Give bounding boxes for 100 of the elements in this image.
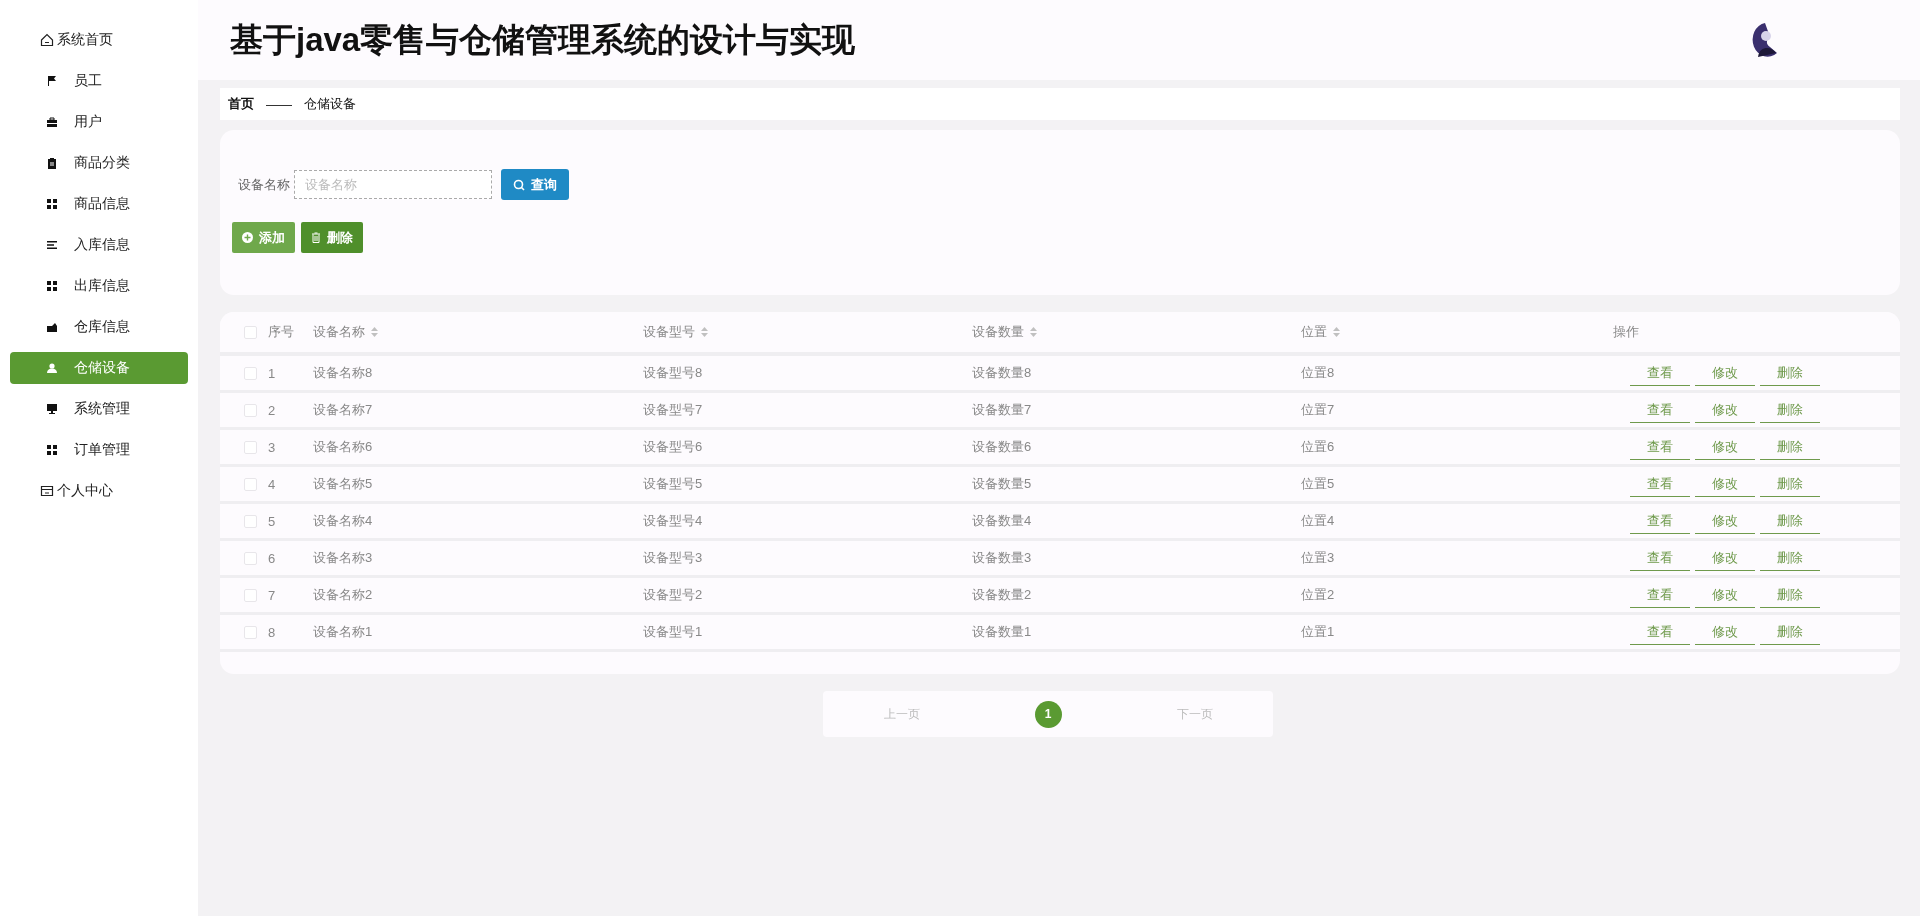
delete-link[interactable]: 删除: [1760, 471, 1820, 497]
view-link[interactable]: 查看: [1630, 582, 1690, 608]
table-cell-text: 设备名称3: [313, 549, 374, 567]
monitor-icon: [46, 403, 58, 415]
edit-link[interactable]: 修改: [1695, 582, 1755, 608]
grid-icon: [46, 444, 58, 456]
edit-link[interactable]: 修改: [1695, 434, 1755, 460]
table-cell-text: 设备型号5: [643, 475, 704, 493]
table-cell-text: 设备数量5: [972, 475, 1033, 493]
view-link[interactable]: 查看: [1630, 397, 1690, 423]
table-cell-text: 设备型号6: [643, 438, 704, 456]
trash-icon: [311, 232, 321, 243]
table-cell-text: 设备名称4: [313, 512, 374, 530]
sort-icon[interactable]: [1030, 327, 1037, 337]
sidebar-item[interactable]: 商品信息: [10, 188, 188, 220]
row-checkbox[interactable]: [244, 403, 257, 417]
sidebar-item[interactable]: 仓库信息: [10, 311, 188, 343]
edit-link[interactable]: 修改: [1695, 471, 1755, 497]
delete-link[interactable]: 删除: [1760, 582, 1820, 608]
column-header[interactable]: 设备名称: [313, 323, 365, 341]
view-link[interactable]: 查看: [1630, 434, 1690, 460]
column-header[interactable]: 设备数量: [972, 323, 1024, 341]
plus-circle-icon: [242, 232, 253, 243]
sidebar-item[interactable]: 员工: [10, 65, 188, 97]
row-checkbox[interactable]: [244, 551, 257, 565]
table-cell-text: 位置1: [1301, 623, 1336, 641]
table-cell-text: 设备数量4: [972, 512, 1033, 530]
table-cell-text: 设备名称7: [313, 401, 374, 419]
sidebar-item[interactable]: 商品分类: [10, 147, 188, 179]
table-cell-text: 8: [268, 624, 277, 640]
breadcrumb-link[interactable]: 首页: [228, 95, 254, 113]
row-checkbox[interactable]: [244, 625, 257, 639]
grid-icon: [46, 198, 58, 210]
column-header[interactable]: 设备型号: [643, 323, 695, 341]
table-cell-text: 设备型号3: [643, 549, 704, 567]
select-all-checkbox[interactable]: [244, 325, 257, 339]
sidebar-item[interactable]: 系统管理: [10, 393, 188, 425]
sidebar-item[interactable]: 订单管理: [10, 434, 188, 466]
user-icon: [46, 362, 58, 374]
delete-link[interactable]: 删除: [1760, 508, 1820, 534]
delete-button[interactable]: 删除: [301, 222, 363, 253]
search-button[interactable]: 查询: [501, 169, 569, 200]
row-checkbox[interactable]: [244, 477, 257, 491]
edit-link[interactable]: 修改: [1695, 545, 1755, 571]
row-checkbox[interactable]: [244, 440, 257, 454]
table-cell-text: 设备名称5: [313, 475, 374, 493]
view-link[interactable]: 查看: [1630, 508, 1690, 534]
add-button[interactable]: 添加: [232, 222, 295, 253]
row-checkbox[interactable]: [244, 514, 257, 528]
table-cell-text: 4: [268, 476, 277, 492]
page-number-button[interactable]: 1: [1034, 700, 1062, 728]
sort-icon[interactable]: [701, 327, 708, 337]
delete-link[interactable]: 删除: [1760, 397, 1820, 423]
view-link[interactable]: 查看: [1630, 471, 1690, 497]
sort-icon[interactable]: [1333, 327, 1340, 337]
sidebar-item[interactable]: 系统首页: [10, 24, 188, 56]
grid-icon: [46, 280, 58, 292]
edit-link[interactable]: 修改: [1695, 619, 1755, 645]
edit-link[interactable]: 修改: [1695, 508, 1755, 534]
view-link[interactable]: 查看: [1630, 360, 1690, 386]
table-cell-text: 设备名称2: [313, 586, 374, 604]
breadcrumb-current: 仓储设备: [304, 95, 356, 113]
table-cell-text: 5: [268, 513, 277, 529]
table-cell-text: 位置5: [1301, 475, 1336, 493]
table-cell-text: 3: [268, 439, 277, 455]
view-link[interactable]: 查看: [1630, 545, 1690, 571]
table-cell-text: 设备名称6: [313, 438, 374, 456]
table-cell-text: 设备数量2: [972, 586, 1033, 604]
edit-link[interactable]: 修改: [1695, 360, 1755, 386]
row-checkbox[interactable]: [244, 366, 257, 380]
table-cell-text: 位置7: [1301, 401, 1336, 419]
sidebar-item[interactable]: 用户: [10, 106, 188, 138]
table-cell-text: 设备名称1: [313, 623, 374, 641]
table-cell-text: 设备型号8: [643, 364, 704, 382]
view-link[interactable]: 查看: [1630, 619, 1690, 645]
table-cell-text: 设备名称8: [313, 364, 374, 382]
column-header[interactable]: 位置: [1301, 323, 1327, 341]
table-cell-text: 7: [268, 587, 277, 603]
page-title: 基于java零售与仓储管理系统的设计与实现: [230, 19, 856, 60]
table-cell-text: 设备型号4: [643, 512, 704, 530]
table-cell-text: 6: [268, 550, 277, 566]
search-field[interactable]: 设备名称: [294, 170, 492, 199]
flag-icon: [46, 75, 58, 87]
home-icon: [40, 33, 54, 47]
sort-icon[interactable]: [371, 327, 378, 337]
breadcrumb-separator: ——: [266, 96, 292, 112]
delete-link[interactable]: 删除: [1760, 360, 1820, 386]
table-cell-text: 设备型号2: [643, 586, 704, 604]
delete-link[interactable]: 删除: [1760, 545, 1820, 571]
table-cell-text: 设备数量8: [972, 364, 1033, 382]
delete-link[interactable]: 删除: [1760, 434, 1820, 460]
row-checkbox[interactable]: [244, 588, 257, 602]
delete-link[interactable]: 删除: [1760, 619, 1820, 645]
sidebar-item[interactable]: 出库信息: [10, 270, 188, 302]
sidebar-item[interactable]: 仓储设备: [10, 352, 188, 384]
table-cell-text: 设备数量3: [972, 549, 1033, 567]
sidebar-item[interactable]: 入库信息: [10, 229, 188, 261]
table-cell-text: 1: [268, 365, 277, 381]
sidebar-item[interactable]: 个人中心: [10, 475, 188, 507]
edit-link[interactable]: 修改: [1695, 397, 1755, 423]
